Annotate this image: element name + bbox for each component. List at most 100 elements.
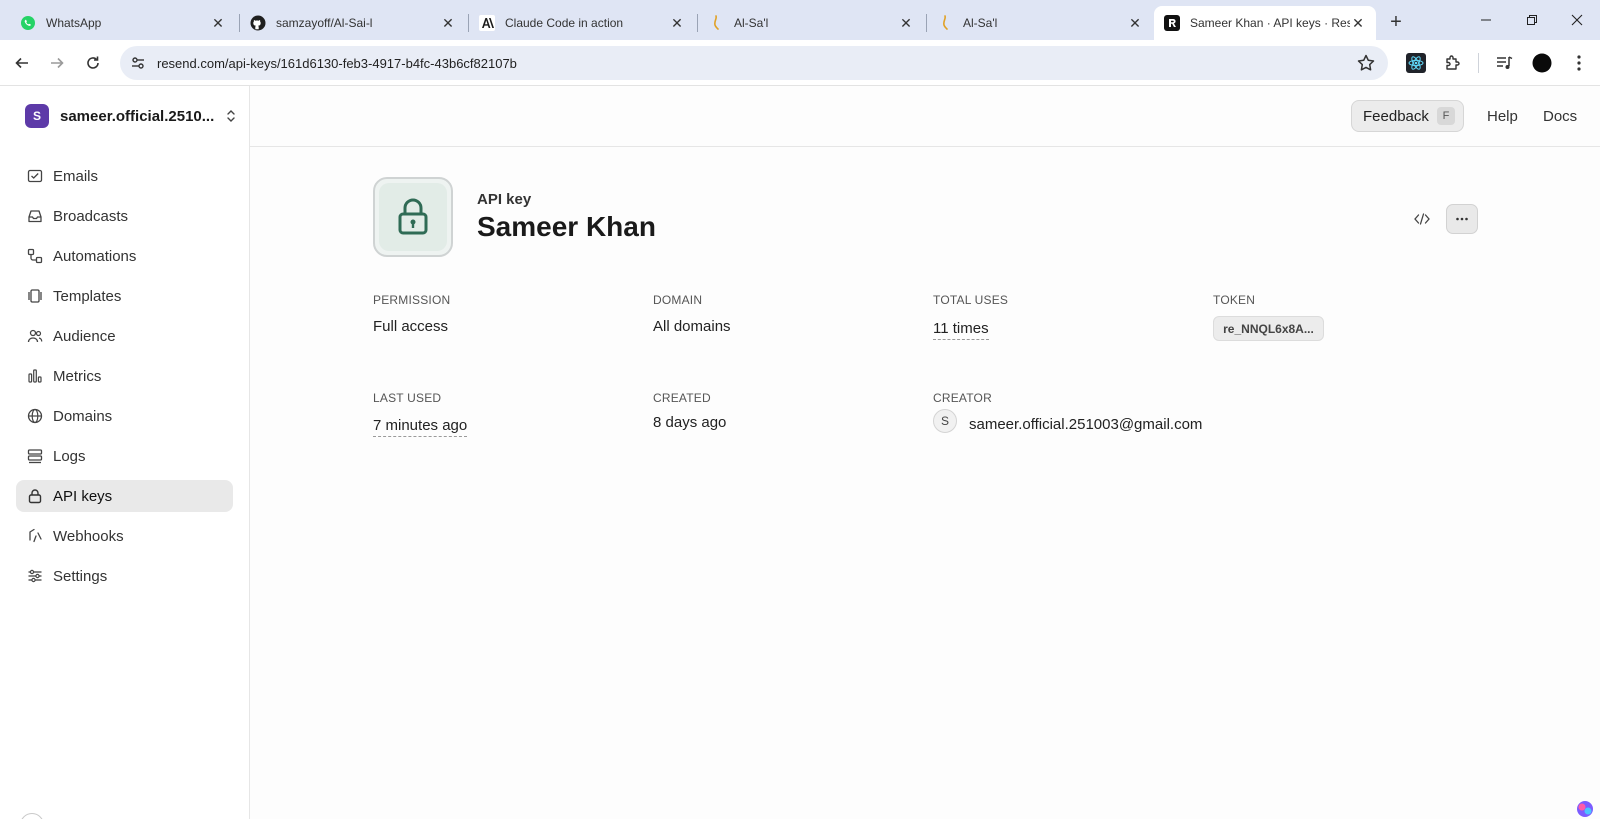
more-options-button[interactable]	[1446, 204, 1478, 234]
token-label: TOKEN	[1213, 293, 1256, 307]
forward-button[interactable]	[45, 51, 69, 75]
tab-title: Al-Sa'l	[734, 16, 769, 30]
sidebar-item-label: Webhooks	[53, 527, 124, 545]
chevron-up-down-icon	[224, 109, 238, 123]
sidebar-item-label: Metrics	[53, 367, 102, 385]
creator-avatar: S	[933, 409, 957, 433]
tab-claude-code[interactable]: Claude Code in action ✕	[469, 6, 695, 40]
bar-chart-icon	[27, 368, 43, 384]
sliders-icon	[27, 568, 43, 584]
close-window-icon[interactable]	[1565, 8, 1589, 32]
total-uses-label: TOTAL USES	[933, 293, 1009, 307]
top-bar: Feedback F Help Docs	[250, 86, 1600, 147]
tab-whatsapp[interactable]: WhatsApp ✕	[10, 6, 236, 40]
al-sail-icon	[937, 15, 953, 31]
inbox-icon	[27, 208, 43, 224]
globe-icon	[27, 408, 43, 424]
close-icon[interactable]: ✕	[1127, 15, 1143, 31]
sidebar-item-api-keys[interactable]: API keys	[16, 480, 233, 512]
user-avatar[interactable]	[20, 813, 44, 819]
github-icon	[250, 15, 266, 31]
reload-button[interactable]	[81, 51, 105, 75]
sidebar: S sameer.official.2510... Emails Broadca…	[0, 86, 250, 819]
kebab-menu-icon[interactable]	[1568, 52, 1590, 74]
tab-al-sail-2[interactable]: Al-Sa'l ✕	[927, 6, 1153, 40]
total-uses-value[interactable]: 11 times	[933, 320, 989, 340]
react-devtools-icon[interactable]	[1405, 52, 1427, 74]
sidebar-item-domains[interactable]: Domains	[16, 400, 233, 432]
anthropic-icon	[479, 15, 495, 31]
whatsapp-icon	[20, 15, 36, 31]
browser-tab-strip: WhatsApp ✕ samzayoff/Al-Sai-l ✕ Claude C…	[0, 0, 1600, 40]
arrow-right-icon	[51, 57, 64, 69]
close-icon[interactable]: ✕	[440, 15, 456, 31]
sidebar-item-emails[interactable]: Emails	[16, 160, 233, 192]
last-used-value[interactable]: 7 minutes ago	[373, 417, 468, 437]
al-sail-icon	[708, 15, 724, 31]
sidebar-item-settings[interactable]: Settings	[16, 560, 233, 592]
ellipsis-icon	[1456, 217, 1468, 221]
close-icon[interactable]: ✕	[669, 15, 685, 31]
lock-icon	[27, 488, 43, 504]
feedback-button[interactable]: Feedback F	[1351, 100, 1464, 132]
resend-icon	[1164, 15, 1180, 31]
close-icon[interactable]: ✕	[1350, 15, 1366, 31]
tab-title: WhatsApp	[46, 16, 102, 30]
sidebar-item-label: Emails	[53, 167, 99, 185]
sidebar-item-webhooks[interactable]: Webhooks	[16, 520, 233, 552]
sidebar-item-metrics[interactable]: Metrics	[16, 360, 233, 392]
tab-github[interactable]: samzayoff/Al-Sai-l ✕	[240, 6, 466, 40]
team-switcher[interactable]: S sameer.official.2510...	[25, 104, 238, 128]
sidebar-item-label: Broadcasts	[53, 207, 129, 225]
bookmark-star-icon[interactable]	[1356, 53, 1376, 73]
api-key-tile	[373, 177, 453, 257]
extensions-puzzle-icon[interactable]	[1442, 52, 1464, 74]
sidebar-item-audience[interactable]: Audience	[16, 320, 233, 352]
profile-avatar[interactable]	[1531, 52, 1553, 74]
feedback-label: Feedback	[1363, 107, 1429, 125]
tab-title: Sameer Khan · API keys · Rese	[1190, 16, 1350, 30]
sidebar-item-broadcasts[interactable]: Broadcasts	[16, 200, 233, 232]
tab-title: samzayoff/Al-Sai-l	[276, 16, 373, 30]
media-controls-icon[interactable]	[1494, 52, 1516, 74]
back-button[interactable]	[10, 51, 34, 75]
users-icon	[27, 328, 43, 344]
docs-link[interactable]: Docs	[1543, 108, 1577, 125]
address-bar[interactable]: resend.com/api-keys/161d6130-feb3-4917-b…	[120, 46, 1388, 80]
created-label: CREATED	[653, 391, 711, 405]
restore-icon[interactable]	[1520, 8, 1544, 32]
sidebar-item-label: Logs	[53, 447, 86, 465]
created-value: 8 days ago	[653, 414, 727, 431]
sidebar-item-automations[interactable]: Automations	[16, 240, 233, 272]
close-icon[interactable]: ✕	[210, 15, 226, 31]
permission-label: PERMISSION	[373, 293, 451, 307]
reload-icon	[87, 56, 99, 69]
logs-icon	[27, 448, 43, 464]
tab-resend-api-key[interactable]: Sameer Khan · API keys · Rese ✕	[1154, 6, 1376, 40]
sidebar-item-label: Domains	[53, 407, 113, 425]
site-settings-icon[interactable]	[130, 55, 146, 71]
minimize-icon[interactable]	[1474, 8, 1498, 32]
assistant-orb-icon[interactable]	[1576, 800, 1594, 818]
url-text: resend.com/api-keys/161d6130-feb3-4917-b…	[157, 56, 517, 71]
help-link[interactable]: Help	[1487, 108, 1518, 125]
templates-icon	[27, 288, 43, 304]
sidebar-item-templates[interactable]: Templates	[16, 280, 233, 312]
creator-label: CREATOR	[933, 391, 992, 405]
browser-toolbar: resend.com/api-keys/161d6130-feb3-4917-b…	[0, 40, 1600, 86]
tab-al-sail-1[interactable]: Al-Sa'l ✕	[698, 6, 924, 40]
tab-title: Al-Sa'l	[963, 16, 998, 30]
code-icon	[1414, 213, 1430, 225]
sidebar-item-label: Audience	[53, 327, 116, 345]
new-tab-button[interactable]: +	[1384, 10, 1408, 34]
sidebar-item-logs[interactable]: Logs	[16, 440, 233, 472]
sidebar-item-label: Templates	[53, 287, 122, 305]
last-used-label: LAST USED	[373, 391, 442, 405]
code-button[interactable]	[1408, 205, 1436, 233]
page-eyebrow: API key	[477, 191, 532, 208]
workflow-icon	[27, 248, 43, 264]
page-title: Sameer Khan	[477, 211, 656, 242]
close-icon[interactable]: ✕	[898, 15, 914, 31]
sidebar-item-label: API keys	[53, 487, 113, 505]
token-chip[interactable]: re_NNQL6x8A...	[1213, 316, 1324, 341]
